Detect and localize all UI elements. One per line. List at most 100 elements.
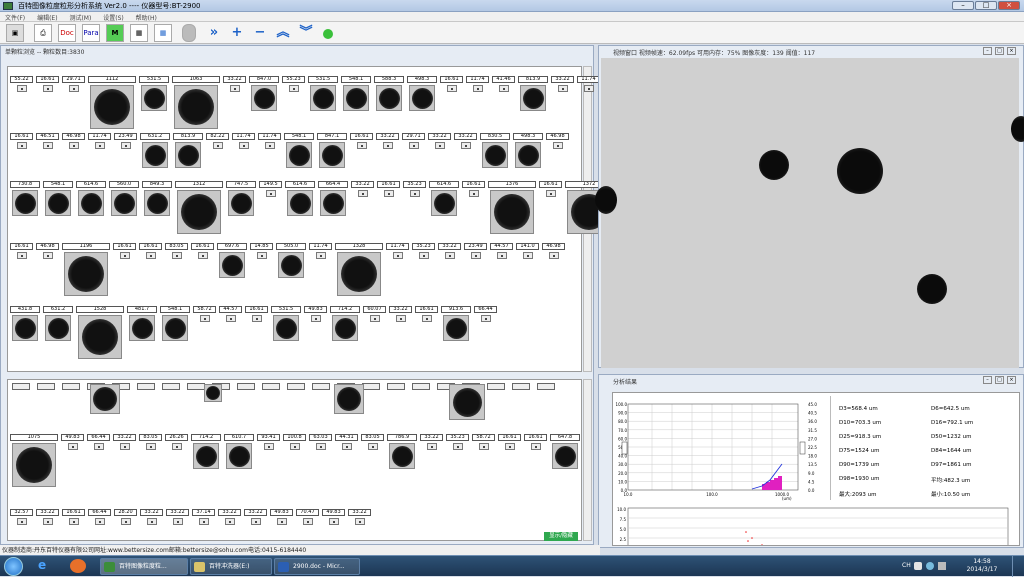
media-player-icon[interactable]	[70, 559, 86, 573]
left-axis-marker[interactable]	[621, 441, 628, 455]
result-maximize-button[interactable]: □	[995, 376, 1004, 384]
particle-cell[interactable]: 913.6	[441, 306, 471, 341]
particle-cell[interactable]: 747.5	[226, 181, 256, 216]
particle-cell[interactable]: 60.07	[363, 306, 386, 322]
maximize-button[interactable]: □	[975, 1, 997, 10]
particle-cell[interactable]: 66.44	[88, 509, 111, 525]
particle-cell[interactable]: 813.9	[173, 133, 203, 168]
particle-cell[interactable]: 49.83	[270, 509, 293, 525]
result-close-button[interactable]: ×	[1007, 376, 1016, 384]
particle-cell[interactable]: 83.05	[139, 434, 162, 450]
particle-cell[interactable]: 14.85	[250, 243, 273, 259]
particle-cell[interactable]: 614.6	[429, 181, 459, 216]
network-icon[interactable]	[926, 562, 934, 570]
particle-cell[interactable]: 830.5	[480, 133, 510, 168]
particle-cell[interactable]: 23.49	[464, 243, 487, 259]
tray-icon[interactable]	[914, 562, 922, 570]
video-close-button[interactable]: ×	[1007, 47, 1016, 55]
particle-cell[interactable]: 481.7	[127, 306, 157, 341]
particle-cell[interactable]: 35.23	[403, 181, 426, 197]
printer-icon[interactable]: ⎙	[34, 24, 52, 42]
particle-cell[interactable]: 16.61	[350, 133, 373, 149]
particle-cell[interactable]: 11.74	[386, 243, 409, 259]
scrollbar-bottom[interactable]	[583, 379, 592, 541]
particle-cell[interactable]: 847.1	[317, 133, 347, 168]
particle-cell[interactable]: 730.8	[10, 181, 40, 216]
particle-cell[interactable]: 498.3	[513, 133, 543, 168]
particle-cell[interactable]: 1312	[175, 181, 223, 234]
task-explorer[interactable]: 百特冲洗器(E:)	[190, 558, 272, 575]
particle-cell[interactable]: 33.22	[113, 434, 136, 450]
particle-cell[interactable]: 813.9	[518, 76, 548, 111]
particle-cell[interactable]: 46.51	[36, 133, 59, 149]
particle-cell[interactable]: 49.83	[61, 434, 84, 450]
particle-cell[interactable]: 548.1	[43, 181, 73, 216]
forward-icon[interactable]: »	[206, 25, 222, 41]
particle-cell[interactable]: 37.14	[192, 509, 215, 525]
table-icon[interactable]: ▦	[154, 24, 172, 42]
particle-cell[interactable]: 11.74	[258, 133, 281, 149]
cube-icon[interactable]: ▣	[6, 24, 24, 42]
particle-cell[interactable]: 33.22	[140, 509, 163, 525]
particle-cell[interactable]: 63.03	[309, 434, 332, 450]
particle-cell[interactable]: 614.6	[285, 181, 315, 216]
particle-cell[interactable]: 614.6	[76, 181, 106, 216]
particle-cell[interactable]: 1075	[10, 434, 58, 487]
particle-cell[interactable]: 33.22	[420, 434, 443, 450]
particle-cell[interactable]: 16.61	[539, 181, 562, 197]
particle-cell[interactable]: 83.05	[165, 243, 188, 259]
particle-cell[interactable]: 1528	[76, 306, 124, 359]
particle-cell[interactable]: 35.23	[412, 243, 435, 259]
particle-cell[interactable]: 44.57	[490, 243, 513, 259]
start-button[interactable]	[4, 557, 23, 576]
particle-cell[interactable]: 714.2	[330, 306, 360, 341]
video-minimize-button[interactable]: –	[983, 47, 992, 55]
particle-cell[interactable]: 16.61	[462, 181, 485, 197]
particle-cell[interactable]: 16.61	[36, 76, 59, 92]
particle-cell[interactable]: 41.46	[492, 76, 515, 92]
particle-cell[interactable]: 16.61	[524, 434, 547, 450]
particle-cell[interactable]: 847.0	[249, 76, 279, 111]
close-button[interactable]: ×	[998, 1, 1020, 10]
particle-cell[interactable]: 29.71	[402, 133, 425, 149]
particle-cell[interactable]: 66.44	[474, 306, 497, 322]
zoom-out-icon[interactable]: −	[252, 25, 268, 41]
grid-icon[interactable]: ▦	[130, 24, 148, 42]
particle-cell[interactable]: 560.0	[109, 181, 139, 216]
particle-cell[interactable]: 46.98	[62, 133, 85, 149]
particle-cell[interactable]: 588.3	[374, 76, 404, 111]
video-maximize-button[interactable]: □	[995, 47, 1004, 55]
clock-date[interactable]: 2014/3/17	[960, 566, 1004, 573]
m-button[interactable]: M	[106, 24, 124, 42]
particle-cell[interactable]: 33.22	[166, 509, 189, 525]
particle-cell[interactable]: 33.22	[218, 509, 241, 525]
particle-cell[interactable]: 849.3	[142, 181, 172, 216]
ie-icon[interactable]: e	[38, 558, 54, 574]
particle-cell[interactable]: 16.61	[377, 181, 400, 197]
particle-cell[interactable]: 33.22	[376, 133, 399, 149]
particle-cell[interactable]: 498.3	[407, 76, 437, 111]
particle-cell[interactable]: 16.61	[245, 306, 268, 322]
particle-cell[interactable]: 33.22	[351, 181, 374, 197]
particle-cell[interactable]: 83.05	[361, 434, 384, 450]
run-status-icon[interactable]	[323, 29, 333, 39]
particle-cell[interactable]: 664.4	[318, 181, 348, 216]
particle-cell[interactable]: 49.83	[304, 306, 327, 322]
up-icon[interactable]: ︽	[275, 25, 291, 41]
particle-cell[interactable]: 58.72	[472, 434, 495, 450]
particle-cell[interactable]: 548.1	[341, 76, 371, 111]
particle-cell[interactable]: 11.74	[88, 133, 111, 149]
particle-cell[interactable]: 16.61	[113, 243, 136, 259]
particle-cell[interactable]: 11.74	[577, 76, 600, 92]
particle-cell[interactable]: 33.22	[551, 76, 574, 92]
particle-cell[interactable]: 631.2	[43, 306, 73, 341]
particle-cell[interactable]: 58.72	[193, 306, 216, 322]
show-desktop-button[interactable]	[1012, 556, 1024, 577]
particle-cell[interactable]: 647.8	[550, 434, 580, 469]
doc-button[interactable]: Doc	[58, 24, 76, 42]
particle-cell[interactable]: 11.74	[232, 133, 255, 149]
particle-cell[interactable]: 548.1	[284, 133, 314, 168]
minimize-button[interactable]: –	[952, 1, 974, 10]
particle-cell[interactable]: 11.74	[466, 76, 489, 92]
particle-cell[interactable]: 44.31	[335, 434, 358, 450]
